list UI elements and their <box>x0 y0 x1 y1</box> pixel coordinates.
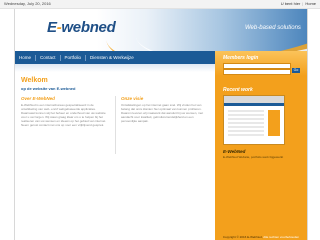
nav-shadow <box>15 64 215 72</box>
tagline: Web-based solutions <box>245 25 301 31</box>
top-bar: Wednesday, July 20, 2016 U bent hier | Hom… <box>0 0 320 9</box>
password-input[interactable] <box>223 69 291 75</box>
vision-text: Ontwikkelingen op het internet gaan snel… <box>121 103 204 124</box>
login-title: Members login <box>223 55 259 61</box>
header-banner: E-webned Web-based solutions <box>15 9 307 51</box>
thumb-body <box>228 110 264 136</box>
nav-item-home[interactable]: Home <box>15 55 35 60</box>
about-heading: Over E-WebNed <box>21 96 55 101</box>
home-link[interactable]: Home <box>305 1 316 6</box>
top-links: U bent hier | Home <box>281 1 316 6</box>
footer-link[interactable]: Alle rechten voorbehouden <box>263 235 299 239</box>
vision-column: Onze visie Ontwikkelingen op het interne… <box>121 96 209 123</box>
user-link[interactable]: U bent hier <box>281 1 301 6</box>
recent-work-title: Recent work <box>223 87 253 93</box>
main-nav: Home Contact Portfolio Diensten & Werkwi… <box>15 51 215 64</box>
footer: Copyright © 2016 E-WebNed, Alle rechten … <box>215 235 307 240</box>
thumb-header <box>224 96 284 103</box>
recent-work-thumbnail[interactable] <box>223 95 285 145</box>
page-subtitle: op de website van E-webned <box>21 86 76 91</box>
logo-text: E-webned <box>47 19 116 36</box>
thumb-nav <box>224 103 284 106</box>
page-frame: E-webned Web-based solutions Home Contac… <box>14 9 308 240</box>
copyright-text: Copyright © 2016 E-WebNed, <box>222 235 263 239</box>
nav-item-contact[interactable]: Contact <box>36 55 60 60</box>
page-title: Welkom <box>21 77 48 84</box>
date-text: Wednesday, July 20, 2016 <box>4 1 51 6</box>
nav-item-services[interactable]: Diensten & Werkwijze <box>86 55 138 60</box>
top-separator: | <box>302 1 304 6</box>
vision-heading: Onze visie <box>121 96 144 101</box>
thumb-sidebar <box>268 110 280 136</box>
about-column: Over E-WebNed E-WebNed is een internetbu… <box>21 96 109 128</box>
nav-item-portfolio[interactable]: Portfolio <box>61 55 86 60</box>
logo[interactable]: E-webned <box>47 18 116 36</box>
about-text: E-WebNed is een internetbureau gespecial… <box>21 103 107 128</box>
login-panel: Members login Go <box>215 51 307 76</box>
recent-work-name[interactable]: E-WebNed <box>223 149 245 154</box>
recent-work-description: E-WebNed Website, portfolio werk bijgewe… <box>223 155 284 159</box>
right-sidebar: Members login Go Recent work E-WebNed E-… <box>215 51 307 240</box>
column-divider <box>115 96 116 154</box>
login-button[interactable]: Go <box>292 68 300 73</box>
